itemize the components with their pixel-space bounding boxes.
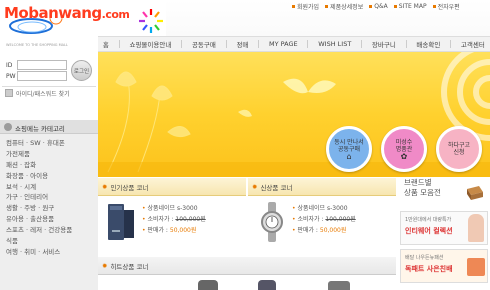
- util-link-join[interactable]: 회원가입: [292, 2, 319, 11]
- sale-price: 50,000원: [319, 227, 347, 234]
- category-item[interactable]: 유아용 · 출산용품: [6, 214, 98, 225]
- brand-title-line-2: 상품 모음전: [404, 188, 441, 197]
- circle-button-label: 미성수: [395, 138, 413, 146]
- ad2-subtitle: 배달 나우든뉴패션: [405, 255, 444, 261]
- hit-product-image[interactable]: [328, 281, 350, 290]
- category-icon: [4, 123, 12, 131]
- main-banner: 동시 만나서 공동구매 ⌂ 미성수 명품관 ✿ 하다구고 신청: [98, 52, 490, 177]
- popular-product-info: • 상품네이므 s-3000 • 소비자가 : 100,000원 • 판매가 :…: [142, 205, 206, 234]
- util-link-email[interactable]: 전자우편: [433, 2, 460, 11]
- arrow-icon: [5, 89, 13, 97]
- banner-illustration: [98, 52, 490, 177]
- id-input[interactable]: [17, 60, 67, 70]
- nav-mypage[interactable]: MY PAGE: [269, 40, 298, 48]
- category-item[interactable]: 컴퓨터 · SW · 휴대폰: [6, 138, 98, 149]
- category-item[interactable]: 식품: [6, 236, 98, 247]
- nav-sale[interactable]: 정매: [236, 39, 248, 49]
- pw-label: PW: [6, 73, 16, 80]
- product-name[interactable]: 상품네이므 s-3000: [297, 205, 347, 212]
- hit-product-image[interactable]: [198, 280, 218, 290]
- category-item[interactable]: 가구 · 인테리어: [6, 192, 98, 203]
- find-account-link[interactable]: 아이디/패스워드 찾기: [16, 89, 70, 98]
- sun-bullet-icon: ✹: [102, 261, 108, 270]
- sun-bullet-icon: ✹: [252, 182, 258, 191]
- hit-product-thumbnails: [178, 276, 378, 290]
- new-section-header: ✹ 신상품 코너: [248, 178, 396, 196]
- ad-banner-gift[interactable]: 배달 나우든뉴패션 독패트 사은친배: [400, 249, 488, 283]
- category-item[interactable]: 가전제품: [6, 149, 98, 160]
- ad1-subtitle: 1만원대에서 대량특가: [405, 217, 452, 223]
- util-link-qna[interactable]: Q&A: [369, 2, 388, 11]
- product-image-computer[interactable]: [102, 200, 138, 244]
- category-item[interactable]: 보석 · 시계: [6, 182, 98, 193]
- ad1-title: 인티웨어 컬렉션: [405, 227, 453, 235]
- watermark: Mobanwang.com: [4, 4, 130, 22]
- brand-title-line-1: 브랜드별: [404, 178, 432, 187]
- luxury-circle-button[interactable]: 미성수 명품관 ✿: [381, 126, 427, 172]
- consumer-price: 100,000원: [175, 216, 206, 223]
- category-item[interactable]: 패션 · 잡화: [6, 160, 98, 171]
- id-label: ID: [6, 62, 13, 69]
- nav-home[interactable]: 홈: [103, 39, 109, 49]
- group-buy-circle-button[interactable]: 동시 만나서 공동구매 ⌂: [326, 126, 372, 172]
- new-product-info: • 상품네이므 s-3000 • 소비자가 : 100,000원 • 판매가 :…: [292, 205, 356, 234]
- nav-delivery[interactable]: 배송확인: [416, 39, 440, 49]
- sale-price: 50,000원: [169, 227, 197, 234]
- page: Mobanwang.com WELCOME TO THE SHOPPING MA…: [0, 0, 490, 290]
- logo-subtitle: WELCOME TO THE SHOPPING MALL: [6, 43, 68, 47]
- ad2-title: 독패트 사은친배: [405, 265, 453, 273]
- category-list: 컴퓨터 · SW · 휴대폰 가전제품 패션 · 잡화 화장품 · 아이용 보석…: [6, 138, 98, 258]
- login-button[interactable]: 로그인: [71, 60, 92, 81]
- product-name[interactable]: 상품네이므 s-3000: [147, 205, 197, 212]
- nav-customer-center[interactable]: 고객센터: [461, 39, 485, 49]
- gift-icon: [467, 258, 485, 276]
- category-item[interactable]: 스포츠 · 레저 · 건강용품: [6, 225, 98, 236]
- sale-price-label: 판매가 :: [297, 227, 318, 234]
- nav-guide[interactable]: 쇼핑몰이용안내: [129, 39, 171, 49]
- category-item[interactable]: 생활 · 주방 · 원구: [6, 203, 98, 214]
- consumer-price: 100,000원: [325, 216, 356, 223]
- utility-nav: 회원가입 제품상세정보 Q&A SITE MAP 전자우편: [292, 2, 460, 11]
- bag-icon: ✿: [400, 151, 408, 161]
- popular-section-title: 인기상품 코너: [110, 183, 149, 192]
- popular-section-header: ✹ 인기상품 코너: [98, 178, 246, 196]
- main-nav: 홈 쇼핑몰이용안내 공동구매 정매 MY PAGE WISH LIST 장바구니…: [98, 36, 490, 52]
- sun-icon: [139, 9, 163, 33]
- category-header: 쇼핑메뉴 카테고리: [0, 120, 98, 134]
- util-link-sitemap[interactable]: SITE MAP: [394, 2, 427, 11]
- product-image-watch[interactable]: [254, 200, 290, 244]
- category-item[interactable]: 화장품 · 아이용: [6, 171, 98, 182]
- hit-section-header: ✹ 히트상품 코너: [98, 257, 396, 275]
- circle-button-label: 하다구고: [447, 142, 471, 149]
- divider: [2, 86, 96, 87]
- category-item[interactable]: 여행 · 취미 · 서비스: [6, 247, 98, 258]
- new-section-title: 신상품 코너: [260, 183, 293, 192]
- hit-section-title: 히트상품 코너: [110, 262, 149, 271]
- consumer-price-label: 소비자가 :: [147, 216, 174, 223]
- house-icon: ⌂: [346, 151, 352, 161]
- password-input[interactable]: [17, 71, 67, 81]
- request-circle-button[interactable]: 하다구고 신청: [436, 126, 482, 172]
- brand-title: 브랜드별 상품 모음전: [404, 178, 441, 198]
- nav-wishlist[interactable]: WISH LIST: [318, 40, 351, 48]
- login-box: ID PW 로그인 아이디/패스워드 찾기: [2, 58, 96, 102]
- model-image: [468, 214, 484, 242]
- category-title: 쇼핑메뉴 카테고리: [15, 125, 65, 133]
- ad-banner-innerwear[interactable]: 1만원대에서 대량특가 인티웨어 컬렉션: [400, 211, 488, 245]
- box-icon: [463, 180, 485, 202]
- sun-bullet-icon: ✹: [102, 182, 108, 191]
- nav-group-buy[interactable]: 공동구매: [192, 39, 216, 49]
- circle-button-label: 동시 만나서: [334, 138, 364, 146]
- util-link-product-info[interactable]: 제품상세정보: [325, 2, 363, 11]
- sale-price-label: 판매가 :: [147, 227, 168, 234]
- circle-button-label: 신청: [453, 149, 465, 156]
- nav-cart[interactable]: 장바구니: [372, 39, 396, 49]
- hit-product-image[interactable]: [258, 280, 276, 290]
- consumer-price-label: 소비자가 :: [297, 216, 324, 223]
